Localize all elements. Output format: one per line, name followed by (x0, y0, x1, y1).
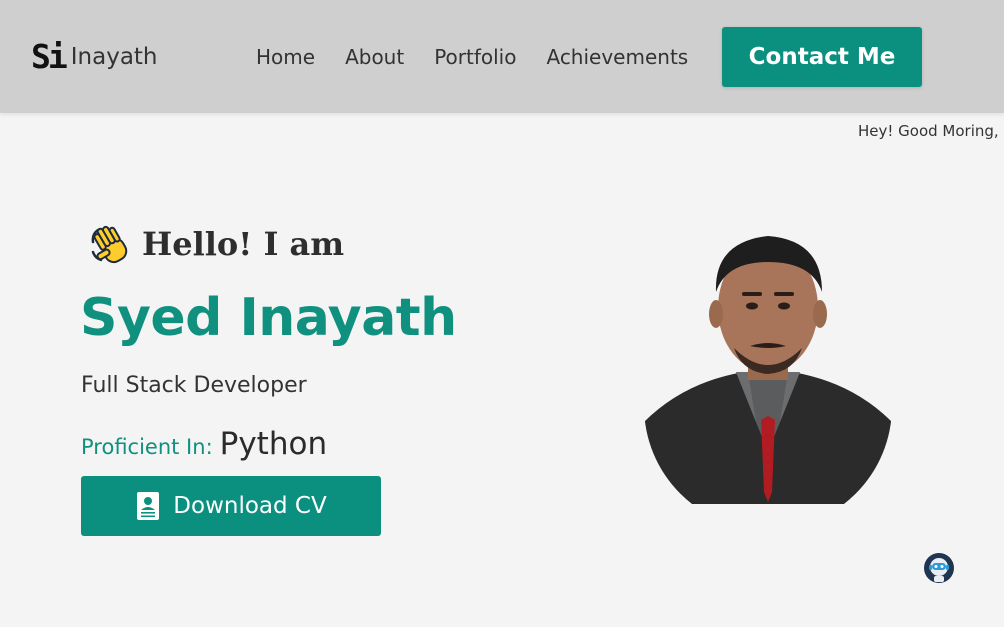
hero-role: Full Stack Developer (81, 373, 307, 398)
download-cv-label: Download CV (173, 493, 327, 519)
navbar: Si Inayath Home About Portfolio Achievem… (0, 0, 1004, 113)
nav-link-achievements[interactable]: Achievements (546, 44, 688, 70)
profile-photo (644, 222, 892, 504)
logo-text: Inayath (70, 44, 158, 70)
logo-mark: Si (31, 37, 68, 76)
logo[interactable]: Si Inayath (31, 40, 158, 74)
document-icon (137, 492, 160, 520)
proficient-label: Proficient In: (81, 435, 213, 459)
robot-chat-icon[interactable] (923, 552, 955, 584)
hello-heading: Hello! I am (142, 225, 345, 263)
greeting-marquee: Hey! Good Moring, (858, 122, 999, 140)
nav-links: Home About Portfolio Achievements (256, 44, 688, 70)
download-cv-button[interactable]: Download CV (81, 476, 381, 536)
hello-row: Hello! I am (84, 220, 344, 268)
nav-link-about[interactable]: About (345, 44, 404, 70)
nav-link-home[interactable]: Home (256, 44, 315, 70)
proficient-row: Proficient In: Python (81, 426, 327, 462)
waving-hand-icon (91, 225, 128, 264)
hero-name: Syed Inayath (80, 288, 457, 348)
nav-link-portfolio[interactable]: Portfolio (434, 44, 516, 70)
proficient-value: Python (219, 426, 328, 462)
contact-me-button[interactable]: Contact Me (722, 27, 922, 87)
